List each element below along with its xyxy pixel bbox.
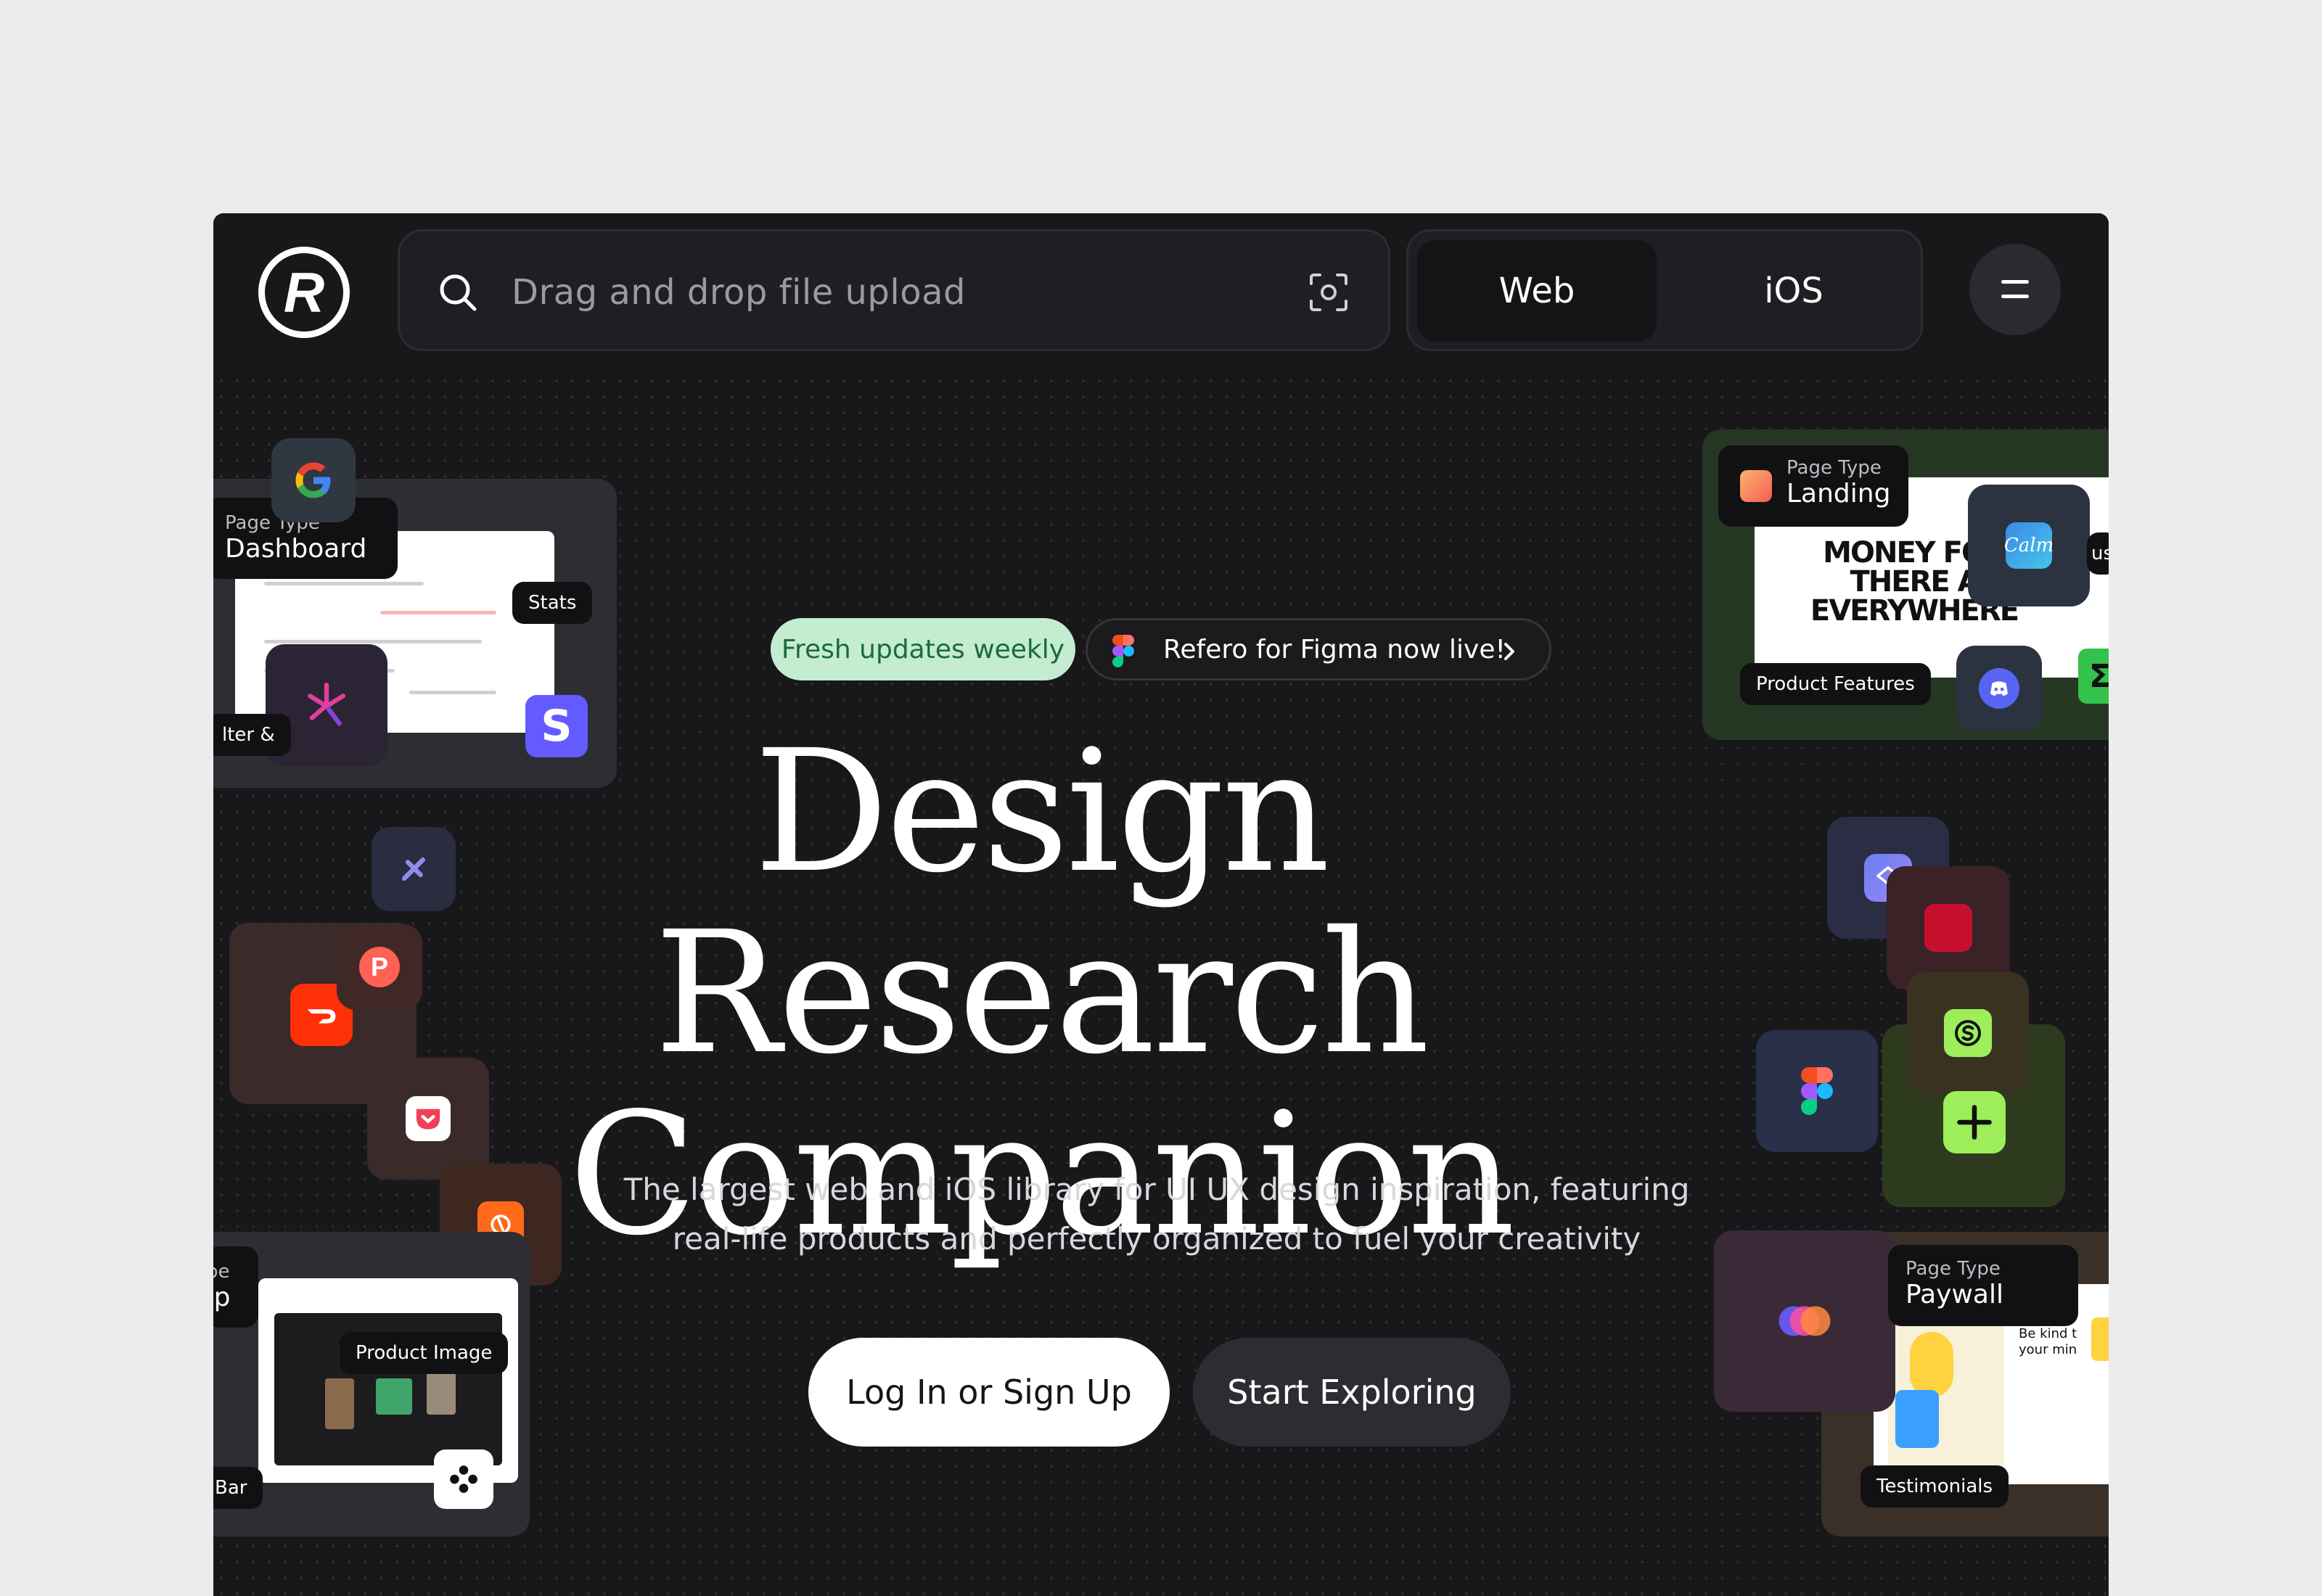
chevron-right-icon [1504,643,1514,660]
sigma-icon: Σ [2078,649,2109,704]
product-image-tag: Product Image [340,1332,509,1374]
hero-subtitle-line: real-life products and perfectly organiz… [672,1221,1641,1256]
image-search-icon[interactable] [1307,271,1350,314]
bar-edge-tag: Bar [213,1467,263,1509]
red-app-badge [1924,904,1972,952]
tab-ios[interactable]: iOS [1674,240,1913,342]
stats-tag: Stats [512,582,593,624]
screenshot-line [264,640,482,643]
hero-subtitle: The largest web and iOS library for UI U… [620,1165,1694,1264]
paywall-phone-art [1910,1332,1953,1397]
menu-icon [2001,280,2029,284]
search-icon [440,274,477,311]
search-bar[interactable]: Drag and drop file upload [398,229,1390,351]
calm-badge: Calm [2004,522,2054,569]
screenshot-line [264,582,424,585]
login-signup-button[interactable]: Log In or Sign Up [808,1338,1170,1447]
figma-announcement-text: Refero for Figma now live! [1163,634,1506,665]
plus-icon [1943,1091,2006,1153]
hero-title-line: Design Research [654,714,1430,1091]
menu-icon-bar [2001,295,2029,298]
screenshot-line [380,611,496,614]
filter-edge-tag: lter & [213,714,291,756]
paywall-snippet: Be kind t your min [2019,1326,2077,1357]
screenshot-line [409,691,496,694]
page-type-value: Dashboard [225,534,367,564]
red-app-icon [1887,866,2010,990]
page-type-label: Page Type Paywall [1888,1245,2078,1326]
app-window: R Drag and drop file upload Web iOS Page… [213,213,2109,1596]
hero-subtitle-line: The largest web and iOS library for UI U… [623,1172,1690,1207]
page-type-value: Landing [1786,479,1891,509]
figma-icon [1756,1030,1878,1152]
paywall-phone [1888,1310,2004,1477]
google-icon [271,438,356,522]
calm-icon: Calm [1968,485,2090,606]
page-type-caption: pe [213,1261,230,1283]
figma-announcement-link[interactable]: Refero for Figma now live! [1086,618,1551,680]
page-type-caption: Page Type [1905,1258,2001,1280]
screenshot-thumb [325,1378,354,1429]
refero-logo-icon[interactable]: R [258,247,350,338]
discord-icon [1956,646,2042,731]
landing-edge-tag: us [2087,532,2109,575]
menu-button[interactable] [1969,244,2061,335]
page-type-value: Jp [213,1283,231,1312]
sfia-icon [1907,972,2029,1094]
page-type-caption: Page Type [1786,457,1882,479]
sfia-badge [1944,1009,1992,1057]
search-input[interactable]: Drag and drop file upload [512,272,966,313]
product-features-tag: Product Features [1740,663,1931,705]
landing-type-icon [1740,470,1772,502]
screenshot-thumb [376,1378,412,1415]
fresh-updates-badge: Fresh updates weekly [771,618,1075,680]
paywall-phone-art [1895,1390,1939,1448]
start-exploring-button[interactable]: Start Exploring [1193,1338,1511,1447]
page-type-label: pe Jp [213,1246,258,1328]
paywall-badge [2091,1317,2109,1361]
platform-switch: Web iOS [1406,229,1923,351]
unfold-icon [434,1449,493,1509]
testimonials-tag: Testimonials [1861,1465,2009,1507]
discord-badge [1979,668,2019,709]
page-type-label: Page Type Landing [1718,445,1908,527]
orbs-icon [1714,1230,1895,1412]
top-bar: R Drag and drop file upload Web iOS [213,213,2109,367]
producthunt-badge: P [359,947,400,987]
figma-logo-icon [1112,635,1134,667]
tab-web[interactable]: Web [1417,240,1657,342]
page-type-value: Paywall [1905,1280,2003,1309]
